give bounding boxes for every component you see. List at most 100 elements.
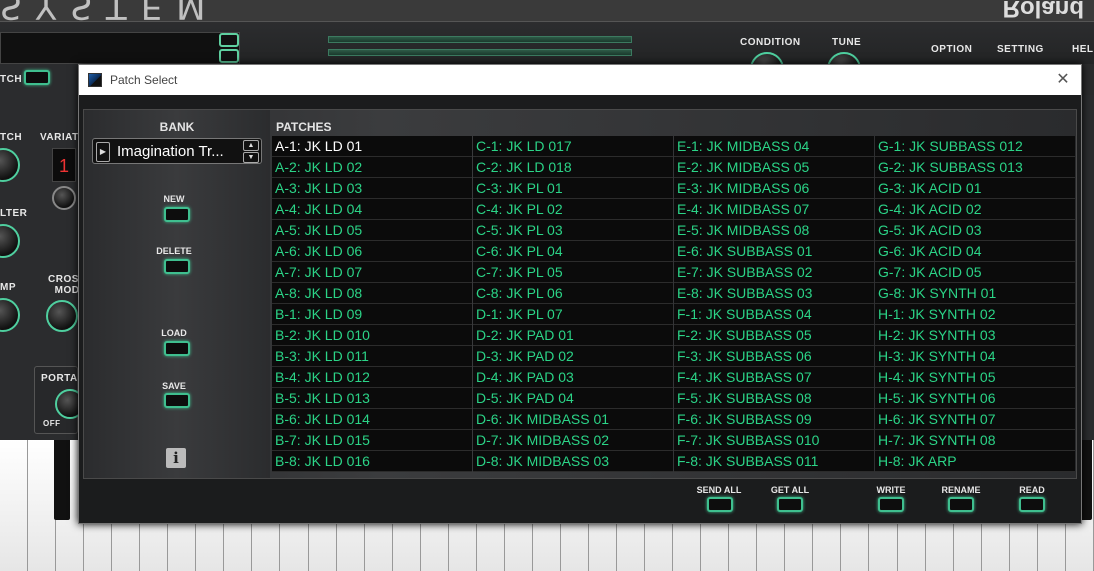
patch-cell[interactable]: A-1: JK LD 01 bbox=[272, 136, 472, 157]
variation-knob[interactable] bbox=[52, 186, 76, 210]
patch-cell[interactable]: B-2: JK LD 010 bbox=[272, 325, 472, 346]
patch-cell[interactable]: F-2: JK SUBBASS 05 bbox=[674, 325, 874, 346]
patch-cell[interactable]: H-2: JK SYNTH 03 bbox=[875, 325, 1075, 346]
patch-cell[interactable]: B-8: JK LD 016 bbox=[272, 451, 472, 472]
help-label: HELP bbox=[1072, 44, 1094, 55]
bank-expand-icon[interactable]: ▶ bbox=[96, 142, 110, 162]
patch-cell[interactable]: C-2: JK LD 018 bbox=[473, 157, 673, 178]
patch-cell[interactable]: D-3: JK PAD 02 bbox=[473, 346, 673, 367]
black-key[interactable] bbox=[54, 440, 70, 520]
patch-cell[interactable]: B-3: JK LD 011 bbox=[272, 346, 472, 367]
patch-cell[interactable]: H-4: JK SYNTH 05 bbox=[875, 367, 1075, 388]
patch-button[interactable] bbox=[24, 70, 50, 85]
read-button[interactable] bbox=[1019, 497, 1045, 512]
new-button[interactable] bbox=[164, 207, 190, 222]
patch-cell[interactable]: F-8: JK SUBBASS 011 bbox=[674, 451, 874, 472]
patch-cell[interactable]: E-2: JK MIDBASS 05 bbox=[674, 157, 874, 178]
amp-knob[interactable] bbox=[0, 298, 20, 332]
patch-cell[interactable]: A-4: JK LD 04 bbox=[272, 199, 472, 220]
patch-cell[interactable]: A-2: JK LD 02 bbox=[272, 157, 472, 178]
display-up-button[interactable] bbox=[219, 33, 239, 47]
send-all-button[interactable] bbox=[707, 497, 733, 512]
patch-cell[interactable]: C-8: JK PL 06 bbox=[473, 283, 673, 304]
patch-cell[interactable]: B-5: JK LD 013 bbox=[272, 388, 472, 409]
roland-logo: Roland bbox=[1002, 0, 1084, 22]
patch-cell[interactable]: C-7: JK PL 05 bbox=[473, 262, 673, 283]
patch-cell[interactable]: F-5: JK SUBBASS 08 bbox=[674, 388, 874, 409]
patch-cell[interactable]: E-6: JK SUBBASS 01 bbox=[674, 241, 874, 262]
patch-cell[interactable]: E-5: JK MIDBASS 08 bbox=[674, 220, 874, 241]
delete-label: DELETE bbox=[156, 246, 192, 256]
patch-cell[interactable]: C-5: JK PL 03 bbox=[473, 220, 673, 241]
patch-cell[interactable]: D-6: JK MIDBASS 01 bbox=[473, 409, 673, 430]
patch-cell[interactable]: H-1: JK SYNTH 02 bbox=[875, 304, 1075, 325]
patch-cell[interactable]: G-6: JK ACID 04 bbox=[875, 241, 1075, 262]
patch-cell[interactable]: E-4: JK MIDBASS 07 bbox=[674, 199, 874, 220]
bank-down-icon[interactable]: ▼ bbox=[243, 152, 259, 163]
patch-cell[interactable]: A-5: JK LD 05 bbox=[272, 220, 472, 241]
patch-cell[interactable]: A-3: JK LD 03 bbox=[272, 178, 472, 199]
cross-mod-knob[interactable] bbox=[46, 300, 78, 332]
write-button[interactable] bbox=[878, 497, 904, 512]
bank-name: Imagination Tr... bbox=[117, 143, 224, 160]
patch-cell[interactable]: A-6: JK LD 06 bbox=[272, 241, 472, 262]
patch-cell[interactable]: C-1: JK LD 017 bbox=[473, 136, 673, 157]
patch-cell[interactable]: H-3: JK SYNTH 04 bbox=[875, 346, 1075, 367]
patch-cell[interactable]: B-6: JK LD 014 bbox=[272, 409, 472, 430]
patch-cell[interactable]: E-3: JK MIDBASS 06 bbox=[674, 178, 874, 199]
patch-cell[interactable]: E-8: JK SUBBASS 03 bbox=[674, 283, 874, 304]
patch-cell[interactable]: F-4: JK SUBBASS 07 bbox=[674, 367, 874, 388]
save-button[interactable] bbox=[164, 393, 190, 408]
patch-cell[interactable]: H-7: JK SYNTH 08 bbox=[875, 430, 1075, 451]
patch-cell[interactable]: F-1: JK SUBBASS 04 bbox=[674, 304, 874, 325]
patch-cell[interactable]: B-1: JK LD 09 bbox=[272, 304, 472, 325]
white-key[interactable] bbox=[0, 440, 29, 571]
pitch-label: TCH bbox=[0, 132, 23, 143]
load-button[interactable] bbox=[164, 341, 190, 356]
patch-cell[interactable]: G-2: JK SUBBASS 013 bbox=[875, 157, 1075, 178]
patch-cell[interactable]: D-8: JK MIDBASS 03 bbox=[473, 451, 673, 472]
patch-cell[interactable]: D-1: JK PL 07 bbox=[473, 304, 673, 325]
bank-selector[interactable]: ▶ Imagination Tr... ▲ ▼ bbox=[92, 138, 262, 164]
patch-cell[interactable]: B-4: JK LD 012 bbox=[272, 367, 472, 388]
pitch-knob[interactable] bbox=[0, 148, 20, 182]
patch-cell[interactable]: B-7: JK LD 015 bbox=[272, 430, 472, 451]
patch-cell[interactable]: G-7: JK ACID 05 bbox=[875, 262, 1075, 283]
patch-cell[interactable]: G-4: JK ACID 02 bbox=[875, 199, 1075, 220]
patch-cell[interactable]: H-6: JK SYNTH 07 bbox=[875, 409, 1075, 430]
rename-button[interactable] bbox=[948, 497, 974, 512]
patch-cell[interactable]: G-3: JK ACID 01 bbox=[875, 178, 1075, 199]
filter-knob[interactable] bbox=[0, 224, 20, 258]
patches-header: PATCHES bbox=[276, 120, 332, 134]
patch-cell[interactable]: G-8: JK SYNTH 01 bbox=[875, 283, 1075, 304]
patch-cell[interactable]: D-7: JK MIDBASS 02 bbox=[473, 430, 673, 451]
patch-cell[interactable]: G-1: JK SUBBASS 012 bbox=[875, 136, 1075, 157]
read-label: READ bbox=[1019, 485, 1045, 495]
white-key[interactable] bbox=[28, 440, 57, 571]
patch-cell[interactable]: F-3: JK SUBBASS 06 bbox=[674, 346, 874, 367]
close-icon[interactable]: ✕ bbox=[1053, 70, 1073, 90]
patch-cell[interactable]: H-8: JK ARP bbox=[875, 451, 1075, 472]
patch-cell[interactable]: D-4: JK PAD 03 bbox=[473, 367, 673, 388]
display-down-button[interactable] bbox=[219, 49, 239, 63]
patch-cell[interactable]: E-7: JK SUBBASS 02 bbox=[674, 262, 874, 283]
patch-cell[interactable]: F-7: JK SUBBASS 010 bbox=[674, 430, 874, 451]
bank-up-icon[interactable]: ▲ bbox=[243, 140, 259, 151]
patch-cell[interactable]: F-6: JK SUBBASS 09 bbox=[674, 409, 874, 430]
option-label: OPTION bbox=[931, 44, 973, 55]
patch-cell[interactable]: E-1: JK MIDBASS 04 bbox=[674, 136, 874, 157]
patch-label: TCH bbox=[0, 74, 23, 85]
patch-cell[interactable]: A-7: JK LD 07 bbox=[272, 262, 472, 283]
patch-cell[interactable]: D-5: JK PAD 04 bbox=[473, 388, 673, 409]
delete-button[interactable] bbox=[164, 259, 190, 274]
patch-cell[interactable]: A-8: JK LD 08 bbox=[272, 283, 472, 304]
patch-cell[interactable]: D-2: JK PAD 01 bbox=[473, 325, 673, 346]
dialog-title-bar[interactable]: Patch Select ✕ bbox=[79, 65, 1081, 95]
get-all-button[interactable] bbox=[777, 497, 803, 512]
info-icon[interactable]: i bbox=[166, 448, 186, 468]
patch-cell[interactable]: G-5: JK ACID 03 bbox=[875, 220, 1075, 241]
patch-cell[interactable]: C-4: JK PL 02 bbox=[473, 199, 673, 220]
patch-cell[interactable]: H-5: JK SYNTH 06 bbox=[875, 388, 1075, 409]
patch-cell[interactable]: C-6: JK PL 04 bbox=[473, 241, 673, 262]
patch-cell[interactable]: C-3: JK PL 01 bbox=[473, 178, 673, 199]
